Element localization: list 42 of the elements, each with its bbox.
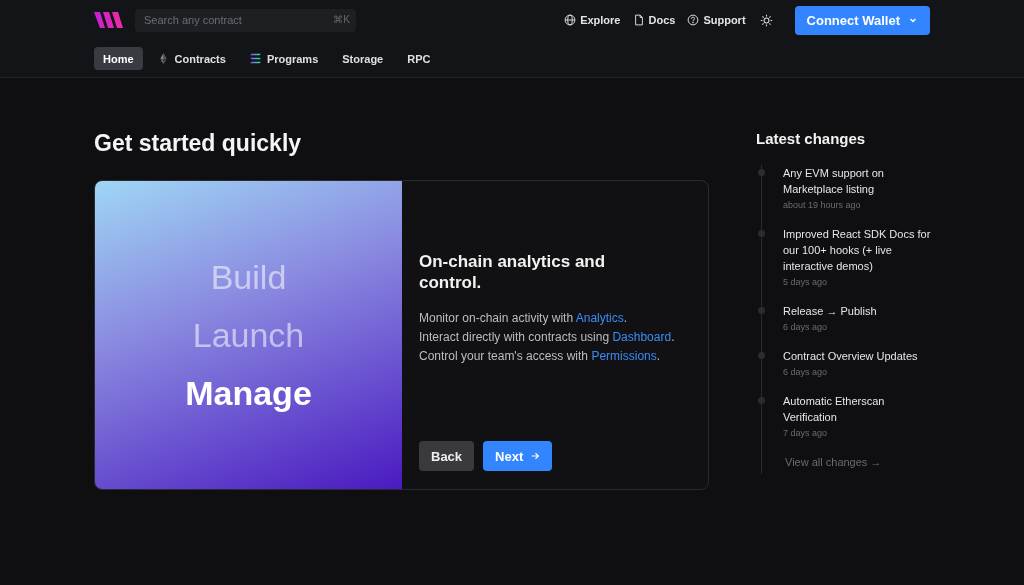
ethereum-icon	[157, 53, 169, 64]
description-line: Control your team's access with Permissions.	[419, 348, 662, 365]
step-label: Manage	[185, 374, 312, 412]
shortcut-hint: ⌘K	[333, 13, 350, 25]
page-title: Get started quickly	[94, 130, 303, 157]
step-label: Launch	[192, 316, 305, 354]
change-time: 5 days ago	[783, 276, 829, 289]
document-icon	[632, 14, 645, 26]
link[interactable]: Permissions	[591, 349, 657, 363]
view-all-link[interactable]: View all changes →	[783, 454, 936, 474]
header-link[interactable]: Support	[687, 14, 746, 26]
link[interactable]: Analytics	[575, 311, 624, 325]
nav-tab[interactable]: Storage	[333, 47, 393, 70]
change-time: 6 days ago	[783, 321, 829, 334]
description-line: Monitor on-chain activity with Analytics.	[419, 310, 629, 327]
change-time: about 19 hours ago	[783, 199, 862, 212]
nav-tab[interactable]: Programs	[240, 47, 328, 70]
header-link[interactable]: Explore	[564, 14, 621, 26]
connect-wallet-button[interactable]: Connect Wallet	[794, 5, 930, 35]
logo-icon[interactable]	[94, 10, 124, 30]
change-link[interactable]: Contract Overview Updates	[783, 348, 936, 364]
next-button[interactable]: Next	[483, 441, 553, 471]
theme-toggle-icon[interactable]	[759, 13, 773, 27]
back-button[interactable]: Back	[419, 441, 475, 471]
help-icon	[687, 14, 700, 26]
step-label: Build	[210, 258, 287, 296]
section-title: Latest changes	[756, 130, 867, 147]
change-link[interactable]: Automatic Etherscan Verification	[783, 393, 936, 425]
header-link[interactable]: Docs	[632, 14, 676, 26]
change-time: 7 days ago	[783, 427, 829, 440]
arrow-right-icon	[530, 451, 541, 461]
change-link[interactable]: Improved React SDK Docs for our 100+ hooks (+ live interactive demos)	[783, 226, 936, 274]
card-heading: On-chain analytics and control.	[419, 251, 607, 293]
change-link[interactable]: Release → Publish	[783, 303, 936, 319]
nav-tab[interactable]: Home	[94, 47, 143, 70]
solana-icon	[249, 53, 261, 64]
change-time: 6 days ago	[783, 366, 829, 379]
nav-tab[interactable]: RPC	[398, 47, 440, 70]
description-line: Interact directly with contracts using Dashboard.	[419, 329, 676, 346]
nav-tab[interactable]: Contracts	[148, 47, 235, 70]
change-link[interactable]: Any EVM support on Marketplace listing	[783, 165, 936, 197]
globe-icon	[564, 14, 577, 26]
